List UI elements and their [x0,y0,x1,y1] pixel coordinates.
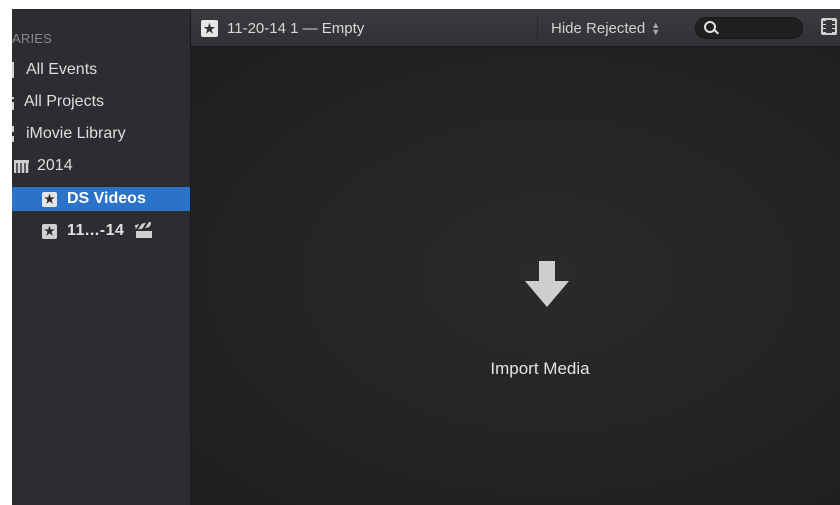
event-title: 11-20-14 1 — Empty [227,20,365,37]
sidebar-header: ARIES [12,31,53,46]
star-event-icon: ★ [42,191,57,207]
toolbar-divider [537,17,538,39]
libraries-sidebar: ARIES All Events All Projects iMovie Lib… [12,9,191,505]
sidebar-item-imovie-library[interactable]: iMovie Library [12,121,126,147]
sidebar-item-label: DS Videos [67,190,146,207]
sidebar-item-label: All Projects [24,93,105,110]
filter-popup[interactable]: Hide Rejected ▲ ▼ [551,20,660,37]
filmstrip-icon[interactable] [821,18,837,35]
filter-label: Hide Rejected [551,20,646,37]
imovie-window: ARIES All Events All Projects iMovie Lib… [12,9,840,505]
clapper-icon [135,221,153,238]
search-field[interactable] [695,17,803,39]
sidebar-item-2014[interactable]: 2014 [12,153,73,179]
project-icon [12,94,18,110]
event-icon [12,62,20,78]
updown-chevron-icon: ▲ ▼ [651,20,661,38]
browser-toolbar: ★ 11-20-14 1 — Empty Hide Rejected ▲ ▼ [191,9,840,47]
library-icon [12,126,20,142]
star-event-icon: ★ [42,223,57,239]
sidebar-item-label: All Events [26,61,98,78]
sidebar-item-11-14[interactable]: ★ 11...-14 [42,218,153,244]
sidebar-item-label: 2014 [37,157,73,174]
sidebar-item-ds-videos[interactable]: ★ DS Videos [42,186,146,212]
import-media-label[interactable]: Import Media [455,359,625,379]
sidebar-item-label: iMovie Library [26,125,126,142]
sidebar-item-label: 11...-14 [67,222,125,239]
star-event-icon: ★ [201,20,218,37]
sidebar-item-all-events[interactable]: All Events [12,57,97,83]
sidebar-item-all-projects[interactable]: All Projects [12,89,104,115]
import-arrow-icon[interactable] [523,261,571,309]
calendar-icon [14,159,29,173]
browser-area[interactable]: Import Media [191,47,840,505]
search-icon [704,21,716,33]
